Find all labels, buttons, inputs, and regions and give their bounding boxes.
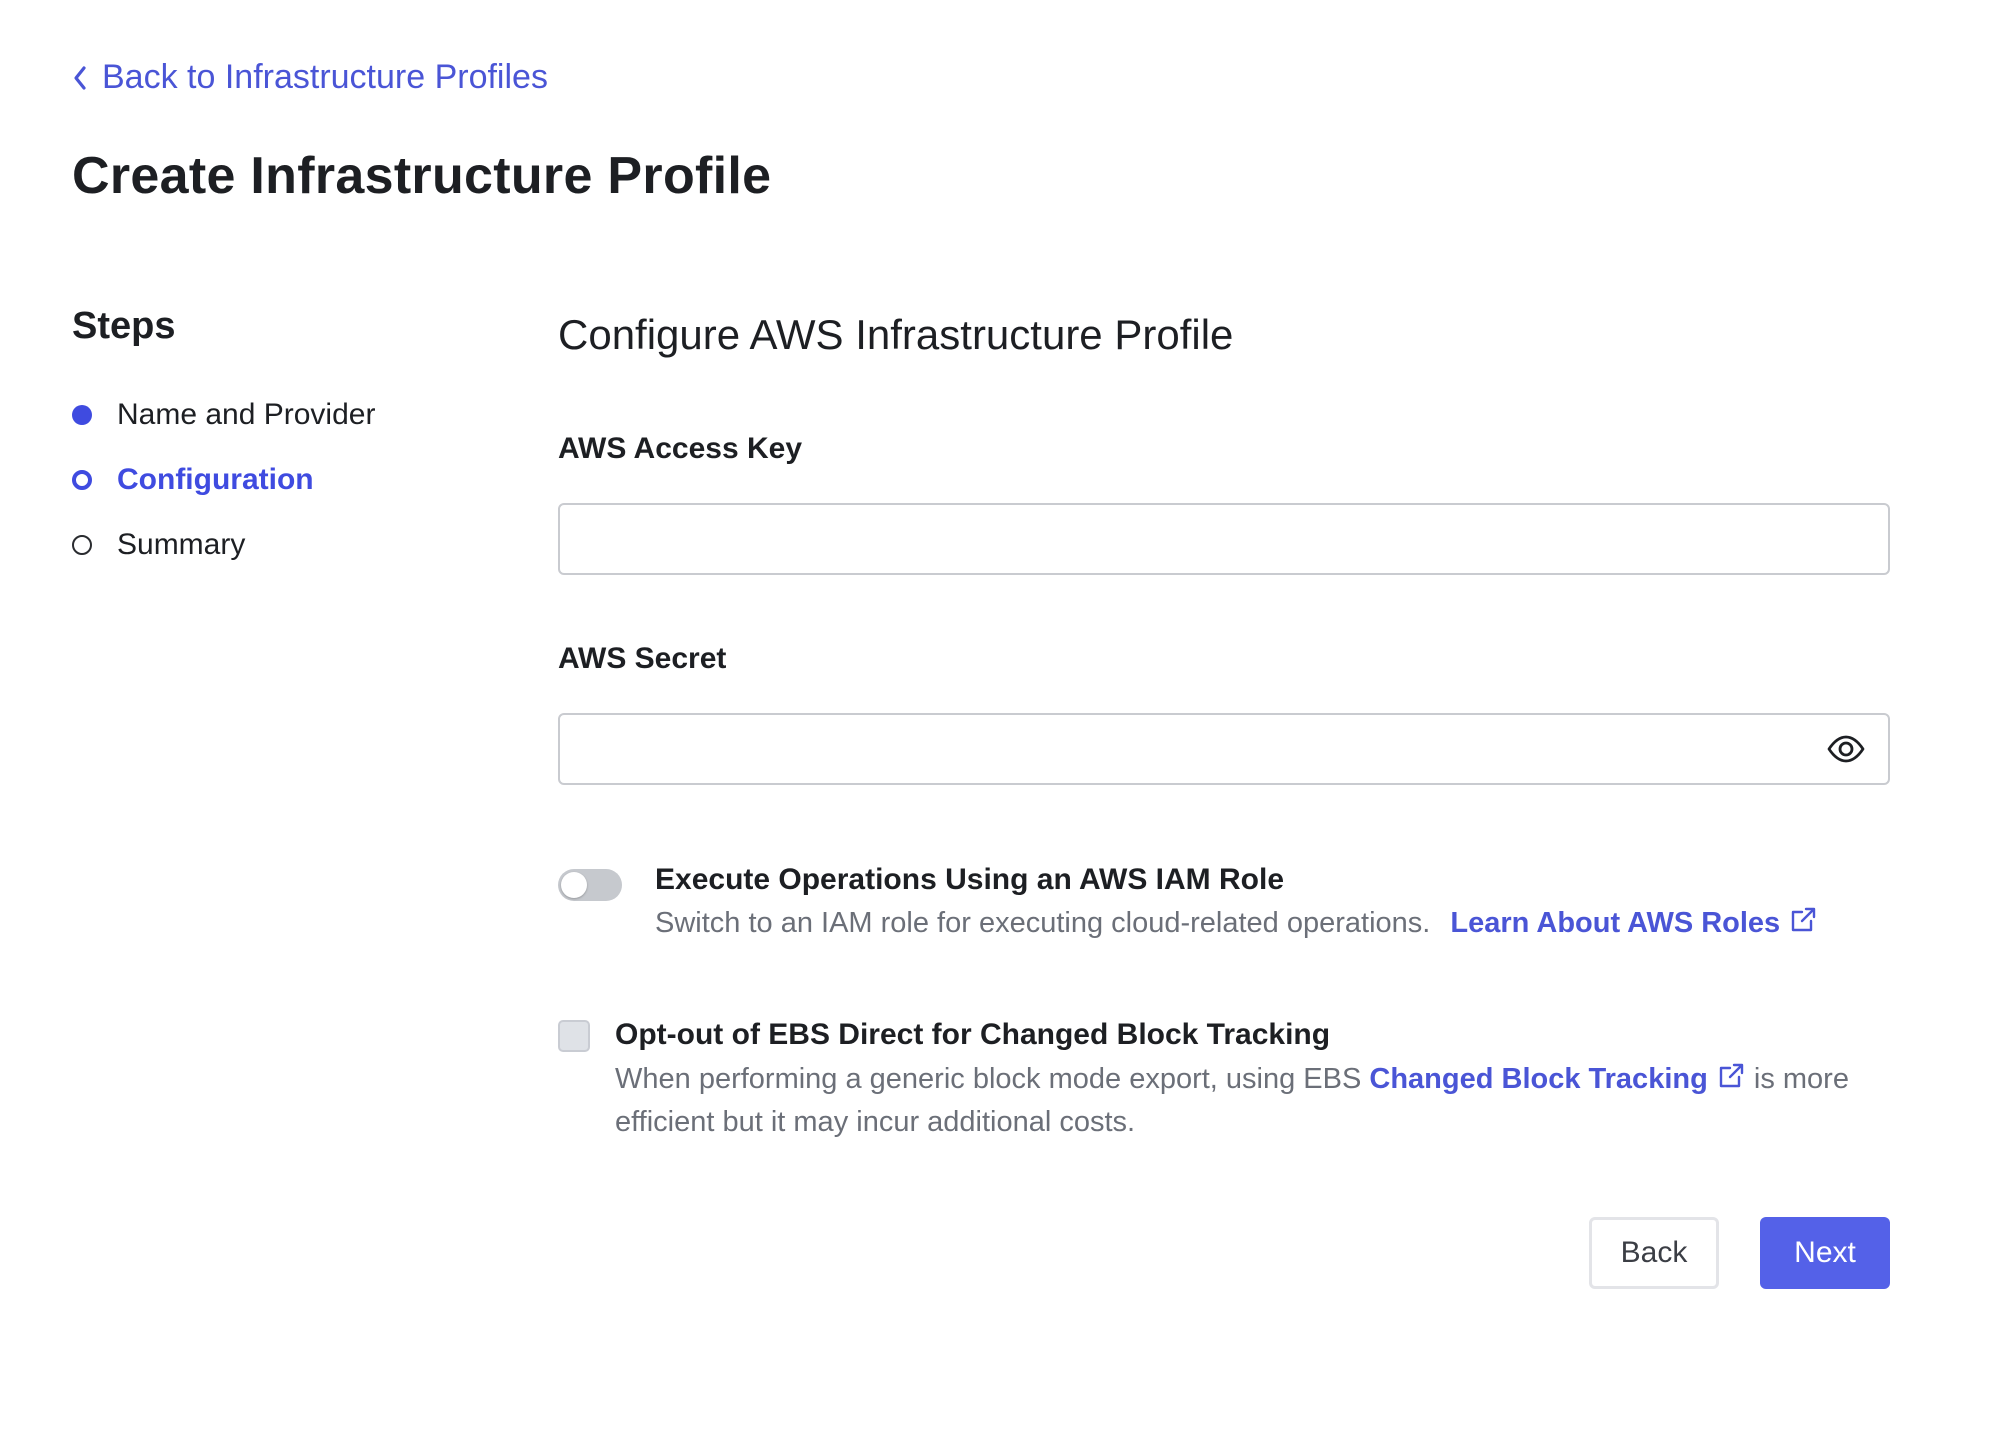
next-button[interactable]: Next (1760, 1217, 1890, 1289)
eye-icon[interactable] (1826, 729, 1866, 769)
external-link-icon (1716, 1061, 1746, 1102)
external-link-icon (1788, 905, 1818, 946)
step-pending-ring-icon (72, 534, 92, 555)
back-link-label: Back to Infrastructure Profiles (102, 58, 548, 96)
learn-aws-roles-link[interactable]: Learn About AWS Roles (1450, 907, 1818, 939)
aws-access-key-input[interactable] (558, 503, 1890, 575)
ebs-opt-out-checkbox[interactable] (558, 1020, 590, 1052)
step-name-and-provider[interactable]: Name and Provider (72, 382, 492, 447)
step-label: Configuration (117, 462, 314, 496)
back-button[interactable]: Back (1589, 1217, 1719, 1289)
learn-aws-roles-link-label: Learn About AWS Roles (1450, 907, 1781, 939)
ebs-description-before: When performing a generic block mode exp… (615, 1063, 1362, 1095)
iam-role-toggle[interactable] (558, 869, 622, 901)
iam-role-description: Switch to an IAM role for executing clou… (655, 903, 1818, 946)
step-complete-dot-icon (72, 404, 92, 425)
iam-role-title: Execute Operations Using an AWS IAM Role (655, 863, 1285, 896)
back-to-profiles-link[interactable]: Back to Infrastructure Profiles (72, 58, 548, 97)
step-label: Name and Provider (117, 397, 376, 431)
changed-block-tracking-link[interactable]: Changed Block Tracking (1369, 1063, 1745, 1095)
step-current-ring-icon (72, 469, 92, 490)
section-title: Configure AWS Infrastructure Profile (558, 311, 1234, 358)
aws-access-key-label: AWS Access Key (558, 432, 803, 465)
iam-role-description-text: Switch to an IAM role for executing clou… (655, 907, 1431, 939)
ebs-opt-out-description: When performing a generic block mode exp… (615, 1059, 1890, 1142)
page-title: Create Infrastructure Profile (72, 147, 772, 205)
steps-heading: Steps (72, 305, 176, 347)
step-summary[interactable]: Summary (72, 512, 492, 577)
changed-block-tracking-link-label: Changed Block Tracking (1369, 1063, 1708, 1095)
toggle-knob (561, 872, 587, 898)
ebs-opt-out-title: Opt-out of EBS Direct for Changed Block … (615, 1018, 1331, 1051)
step-label: Summary (117, 527, 246, 561)
aws-secret-label: AWS Secret (558, 642, 727, 675)
aws-secret-input[interactable] (558, 713, 1890, 785)
steps-sidebar: Steps Name and Provider Configuration Su… (72, 305, 492, 577)
chevron-left-icon (72, 65, 88, 91)
step-configuration[interactable]: Configuration (72, 447, 492, 512)
